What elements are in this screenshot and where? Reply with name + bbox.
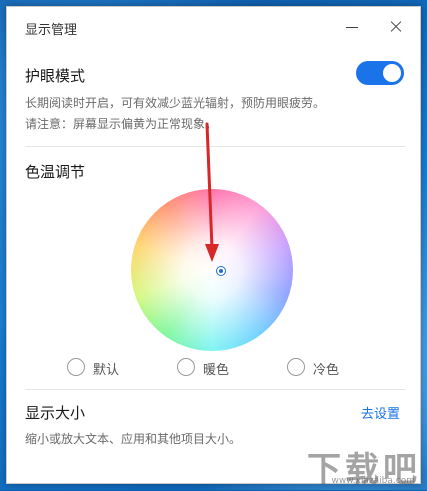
radio-label: 默认 bbox=[93, 363, 120, 378]
minimize-icon[interactable] bbox=[339, 15, 365, 39]
radio-label: 暖色 bbox=[203, 363, 230, 378]
color-picker-handle[interactable] bbox=[216, 266, 226, 276]
title-bar: 显示管理 bbox=[7, 7, 420, 47]
divider bbox=[25, 146, 405, 147]
go-settings-link[interactable]: 去设置 bbox=[361, 403, 400, 422]
divider bbox=[25, 389, 405, 390]
watermark-logo: 下载吧 www.xiazaiba.com bbox=[301, 442, 421, 490]
radio-circle bbox=[287, 358, 305, 376]
eye-protection-desc-line2: 请注意：屏幕显示偏黄为正常现象。 bbox=[25, 117, 218, 131]
display-size-title: 显示大小 bbox=[25, 404, 86, 422]
color-wheel-center bbox=[131, 189, 293, 351]
eye-protection-desc-line1: 长期阅读时开启，可有效减少蓝光辐射，预防用眼疲劳。 bbox=[25, 96, 326, 110]
eye-protection-title: 护眼模式 bbox=[25, 67, 86, 85]
close-icon[interactable] bbox=[383, 15, 409, 39]
watermark-url: www.xiazaiba.com bbox=[331, 476, 415, 486]
display-size-desc: 缩小或放大文本、应用和其他项目大小。 bbox=[25, 432, 242, 446]
display-settings-window: 显示管理 护眼模式 长期阅读时开启，可有效减少蓝光辐射，预防用眼疲劳。 请注意：… bbox=[6, 6, 421, 484]
radio-label: 冷色 bbox=[313, 363, 340, 378]
color-wheel[interactable] bbox=[131, 189, 293, 351]
color-temperature-title: 色温调节 bbox=[25, 163, 86, 181]
radio-circle bbox=[67, 358, 85, 376]
radio-circle bbox=[177, 358, 195, 376]
toggle-knob bbox=[383, 64, 401, 82]
window-title: 显示管理 bbox=[25, 23, 78, 38]
eye-protection-toggle[interactable] bbox=[356, 61, 404, 85]
